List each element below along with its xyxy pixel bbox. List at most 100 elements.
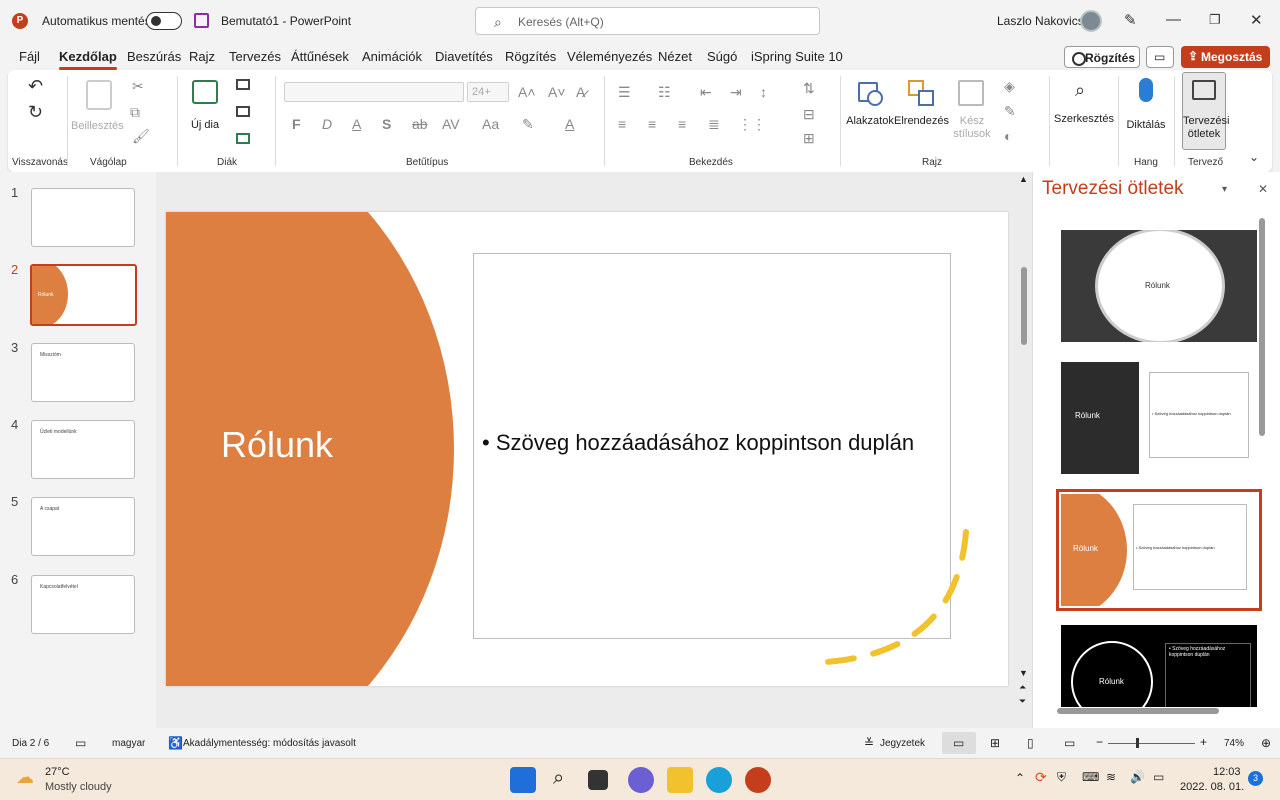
text-direction-icon[interactable]: ⇅ xyxy=(803,80,815,97)
tab-insert[interactable]: Beszúrás xyxy=(127,49,181,64)
decrease-font-icon[interactable]: A˅ xyxy=(548,84,566,100)
slide-thumb-6[interactable]: Kapcsolatfelvétel xyxy=(31,575,135,634)
align-right-icon[interactable]: ≡ xyxy=(678,116,686,132)
columns-icon[interactable]: ⋮⋮ xyxy=(738,116,766,133)
tab-slideshow[interactable]: Diavetítés xyxy=(435,49,493,64)
strikethrough-icon[interactable]: ab xyxy=(412,116,428,132)
close-icon[interactable]: ✕ xyxy=(1250,11,1263,29)
bullets-icon[interactable]: ☰ xyxy=(618,84,631,101)
format-painter-icon[interactable]: 🖌 xyxy=(132,128,150,145)
file-explorer-icon[interactable] xyxy=(667,767,693,793)
clear-format-icon[interactable]: A̷ xyxy=(576,84,585,100)
wifi-icon[interactable]: ≋ xyxy=(1106,770,1116,784)
arrange-label[interactable]: Elrendezés xyxy=(894,115,949,127)
slide-thumb-5[interactable]: A csapat xyxy=(31,497,135,556)
char-spacing-icon[interactable]: AV xyxy=(442,116,460,132)
fit-slide-icon[interactable]: ⊕ xyxy=(1261,736,1271,750)
font-name-field[interactable] xyxy=(284,82,464,102)
align-text-icon[interactable]: ⊟ xyxy=(803,106,815,123)
task-view-icon[interactable] xyxy=(588,770,608,790)
redo-icon[interactable]: ↻ xyxy=(28,102,43,123)
pane-hscroll-thumb[interactable] xyxy=(1057,708,1219,714)
slide-thumb-2[interactable]: Rólunk xyxy=(30,264,137,326)
pen-icon[interactable]: ✎ xyxy=(1124,11,1137,29)
tab-transitions[interactable]: Áttűnések xyxy=(291,49,349,64)
smartart-icon[interactable]: ⊞ xyxy=(803,130,815,147)
pane-close-icon[interactable]: ✕ xyxy=(1258,182,1268,196)
scroll-up-icon[interactable]: ▲ xyxy=(1019,174,1028,184)
normal-view-button[interactable]: ▭ xyxy=(942,732,976,754)
share-button[interactable]: ⇪ Megosztás xyxy=(1181,46,1270,68)
align-left-icon[interactable]: ≡ xyxy=(618,116,626,132)
language[interactable]: magyar xyxy=(112,738,145,749)
maximize-icon[interactable]: ❐ xyxy=(1209,12,1221,28)
font-color-icon[interactable]: A xyxy=(565,116,574,132)
user-name[interactable]: Laszlo Nakovics xyxy=(997,14,1084,28)
font-size-field[interactable]: 24+ xyxy=(467,82,509,102)
line-spacing-icon[interactable]: ↕ xyxy=(760,84,767,100)
shadow-button[interactable]: S xyxy=(382,116,391,132)
slide-thumb-3[interactable]: Misszióm xyxy=(31,343,135,402)
zoom-slider-thumb[interactable] xyxy=(1136,738,1139,748)
design-option-4[interactable]: Rólunk • Szöveg hozzáadásához koppintson… xyxy=(1061,625,1257,707)
powerpoint-taskbar-icon[interactable] xyxy=(745,767,771,793)
record-button[interactable]: Rögzítés xyxy=(1064,46,1140,68)
chat-icon[interactable] xyxy=(628,767,654,793)
comments-button[interactable]: ▭ xyxy=(1146,46,1174,68)
design-option-3[interactable]: Rólunk • Szöveg hozzáadásához koppintson… xyxy=(1056,489,1262,611)
tab-review[interactable]: Véleményezés xyxy=(567,49,652,64)
new-slide-label[interactable]: Új dia xyxy=(185,119,225,131)
underline-button[interactable]: A xyxy=(352,116,361,132)
ribbon-collapse-icon[interactable]: ⌄ xyxy=(1249,150,1259,164)
search-box[interactable]: ⌕ Keresés (Alt+Q) xyxy=(475,7,820,35)
slide-thumb-4[interactable]: Üzleti modellünk xyxy=(31,420,135,479)
next-slide-icon[interactable]: ⏷ xyxy=(1019,696,1026,707)
cut-icon[interactable]: ✂ xyxy=(132,78,144,95)
scroll-down-icon[interactable]: ▼ xyxy=(1019,668,1028,678)
tab-animations[interactable]: Animációk xyxy=(362,49,422,64)
weather-desc[interactable]: Mostly cloudy xyxy=(45,781,112,793)
volume-icon[interactable]: 🔊 xyxy=(1130,770,1145,784)
bullet-text[interactable]: • Szöveg hozzáadásához koppintson duplán xyxy=(482,430,914,456)
highlight-icon[interactable]: ✎ xyxy=(522,116,534,133)
minimize-icon[interactable]: — xyxy=(1166,11,1181,28)
clock-date[interactable]: 2022. 08. 01. xyxy=(1180,781,1244,793)
tray-overflow-icon[interactable]: ⌃ xyxy=(1015,771,1025,785)
bold-button[interactable]: F xyxy=(292,116,301,132)
weather-temp[interactable]: 27°C xyxy=(45,766,70,778)
slide-sorter-icon[interactable]: ⊞ xyxy=(990,736,1000,750)
numbering-icon[interactable]: ☷ xyxy=(658,84,671,101)
design-ideas-button[interactable]: Tervezési ötletek xyxy=(1182,72,1229,150)
design-option-2[interactable]: Rólunk • Szöveg hozzáadásához koppintson… xyxy=(1061,362,1257,474)
security-icon[interactable]: ⛨ xyxy=(1057,770,1066,785)
avatar[interactable] xyxy=(1080,10,1102,32)
search-editing-icon[interactable]: ⌕ xyxy=(1075,80,1085,101)
weather-icon[interactable]: ☁ xyxy=(16,767,34,788)
change-case-button[interactable]: Aa xyxy=(482,116,499,132)
layout-icon[interactable] xyxy=(236,79,250,90)
notes-button[interactable]: Jegyzetek xyxy=(880,738,925,749)
pane-scroll-thumb[interactable] xyxy=(1259,218,1265,436)
section-icon[interactable] xyxy=(236,133,250,144)
increase-indent-icon[interactable]: ⇥ xyxy=(730,84,742,101)
keyboard-icon[interactable]: ⌨ xyxy=(1082,770,1099,784)
zoom-out-icon[interactable]: − xyxy=(1096,735,1103,749)
pane-options-icon[interactable]: ▾ xyxy=(1222,184,1227,195)
spellcheck-icon[interactable]: ▭ xyxy=(75,736,86,750)
slide-canvas[interactable]: Rólunk • Szöveg hozzáadásához koppintson… xyxy=(166,212,1008,686)
tab-record[interactable]: Rögzítés xyxy=(505,49,556,64)
shapes-label[interactable]: Alakzatok xyxy=(846,115,894,127)
quick-styles-icon[interactable] xyxy=(958,80,984,106)
autosave-toggle[interactable] xyxy=(146,12,182,30)
decrease-indent-icon[interactable]: ⇤ xyxy=(700,84,712,101)
scroll-thumb[interactable] xyxy=(1021,267,1027,345)
zoom-slider[interactable] xyxy=(1108,743,1195,744)
shape-fill-icon[interactable]: ◈ xyxy=(1004,78,1015,95)
tab-ispring[interactable]: iSpring Suite 10 xyxy=(751,49,843,64)
start-icon[interactable] xyxy=(510,767,536,793)
paste-icon[interactable] xyxy=(86,80,112,110)
new-slide-icon[interactable] xyxy=(192,80,218,104)
editor-scrollbar[interactable]: ▲ ▼ ⏶ ⏷ xyxy=(1016,172,1032,712)
paste-label[interactable]: Beillesztés xyxy=(71,120,124,132)
zoom-in-icon[interactable]: + xyxy=(1200,735,1207,749)
